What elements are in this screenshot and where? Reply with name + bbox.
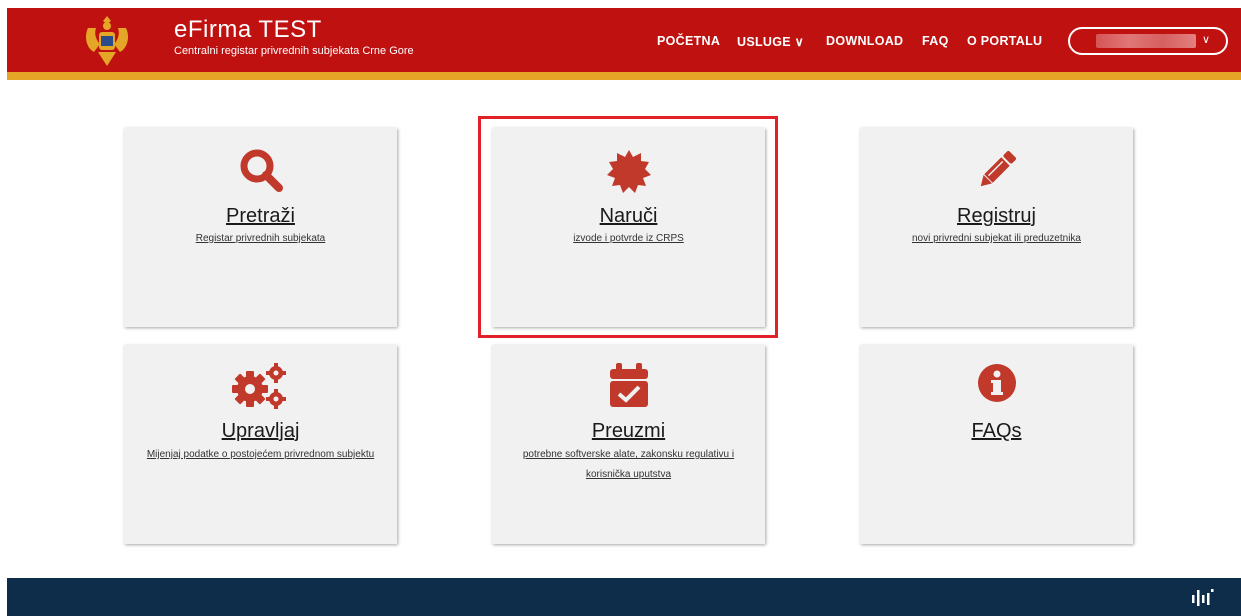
card-title[interactable]: Upravljaj: [124, 420, 397, 443]
redacted-username: [1096, 34, 1196, 48]
card-registruj[interactable]: Registruj novi privredni subjekat ili pr…: [860, 128, 1133, 327]
calendar-check-icon: [609, 363, 648, 407]
info-icon: [977, 364, 1016, 402]
nav-download[interactable]: DOWNLOAD: [826, 34, 903, 48]
pencil-icon: [980, 151, 1016, 187]
card-title[interactable]: Preuzmi: [492, 420, 765, 443]
card-preuzmi[interactable]: Preuzmi potrebne softverske alate, zakon…: [492, 345, 765, 544]
card-description[interactable]: potrebne softverske alate, zakonsku regu…: [510, 445, 747, 485]
site-title[interactable]: eFirma TEST: [174, 18, 322, 42]
card-upravljaj[interactable]: Upravljaj Mijenjaj podatke o postojećem …: [124, 345, 397, 544]
chevron-down-icon: ∨: [1202, 34, 1211, 46]
window-frame-left: [0, 0, 7, 616]
site-subtitle: Centralni registar privrednih subjekata …: [174, 45, 414, 57]
card-faqs[interactable]: FAQs: [860, 345, 1133, 544]
highlight-box: [478, 116, 778, 338]
header-stripe: [7, 72, 1241, 80]
window-frame-top: [0, 0, 1241, 8]
nav-usluge[interactable]: USLUGE ∨: [737, 34, 804, 49]
footer-logo-icon[interactable]: [1192, 588, 1214, 608]
card-title[interactable]: Pretraži: [124, 205, 397, 228]
nav-faq[interactable]: FAQ: [922, 34, 949, 48]
card-description[interactable]: Registar privrednih subjekata: [142, 229, 379, 249]
nav-o-portalu[interactable]: O PORTALU: [967, 34, 1042, 48]
card-pretrazi[interactable]: Pretraži Registar privrednih subjekata: [124, 128, 397, 327]
card-title[interactable]: Registruj: [860, 205, 1133, 228]
user-menu-dropdown[interactable]: ∨: [1068, 27, 1228, 55]
coat-of-arms-logo[interactable]: [82, 14, 132, 68]
card-title[interactable]: FAQs: [860, 420, 1133, 443]
footer-bar: [7, 578, 1241, 616]
gears-icon: [231, 363, 286, 409]
card-description[interactable]: Mijenjaj podatke o postojećem privrednom…: [142, 445, 379, 465]
nav-pocetna[interactable]: POČETNA: [657, 34, 720, 48]
card-description[interactable]: novi privredni subjekat ili preduzetnika: [878, 229, 1115, 249]
search-icon: [240, 149, 283, 192]
